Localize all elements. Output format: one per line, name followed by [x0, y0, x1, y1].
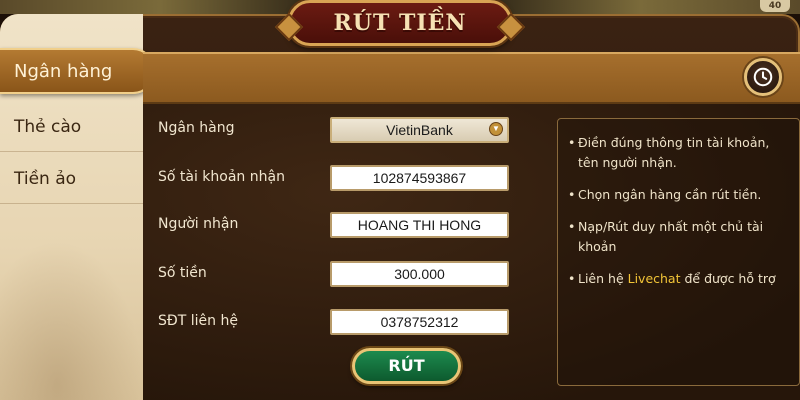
amount-label: Số tiền: [158, 265, 207, 281]
withdraw-button[interactable]: RÚT: [352, 348, 461, 384]
clock-history-icon: [753, 67, 773, 87]
recipient-value: HOANG THI HONG: [357, 217, 482, 233]
note-text: Liên hệ Livechat để được hỗ trợ: [578, 269, 776, 289]
page-title: RÚT TIỀN: [333, 10, 467, 36]
phone-input[interactable]: 0378752312: [330, 309, 509, 335]
account-number-value: 102874593867: [372, 170, 467, 186]
recipient-input[interactable]: HOANG THI HONG: [330, 212, 509, 238]
note-prefix: Liên hệ: [578, 271, 628, 286]
bank-label: Ngân hàng: [158, 120, 235, 136]
header-band: [143, 52, 800, 104]
chevron-down-icon: ▼: [489, 122, 503, 136]
bank-select[interactable]: VietinBank ▼: [330, 117, 509, 143]
note-item: • Chọn ngân hàng cần rút tiền.: [568, 185, 791, 205]
note-bullet: •: [568, 219, 576, 234]
note-bullet: •: [568, 271, 576, 286]
tab-crypto[interactable]: Tiền ảo: [0, 154, 143, 204]
tab-crypto-label: Tiền ảo: [14, 168, 77, 189]
amount-value: 300.000: [394, 266, 445, 282]
tab-bank-label: Ngân hàng: [14, 60, 113, 82]
note-bullet: •: [568, 187, 576, 202]
account-number-input[interactable]: 102874593867: [330, 165, 509, 191]
notes-panel: • Điền đúng thông tin tài khoản, tên ngư…: [557, 118, 800, 386]
note-suffix: để được hỗ trợ: [680, 271, 776, 286]
amount-input[interactable]: 300.000: [330, 261, 509, 287]
note-item: • Nạp/Rút duy nhất một chủ tài khoản: [568, 217, 791, 257]
phone-value: 0378752312: [380, 314, 459, 330]
title-plaque: RÚT TIỀN: [288, 0, 512, 46]
phone-label: SĐT liên hệ: [158, 313, 238, 329]
recipient-label: Người nhận: [158, 216, 239, 232]
tab-bank[interactable]: Ngân hàng: [0, 48, 155, 94]
account-label: Số tài khoản nhận: [158, 169, 285, 185]
sidebar-decoration: [0, 240, 143, 400]
history-button[interactable]: [744, 58, 782, 96]
note-bullet: •: [568, 135, 576, 150]
corner-badge: 40: [760, 0, 790, 12]
note-text: Điền đúng thông tin tài khoản, tên người…: [578, 135, 770, 170]
note-text: Chọn ngân hàng cần rút tiền.: [578, 187, 762, 202]
tab-card[interactable]: Thẻ cào: [0, 102, 143, 152]
livechat-link[interactable]: Livechat: [628, 271, 681, 286]
note-item: • Liên hệ Livechat để được hỗ trợ: [568, 269, 791, 289]
bank-select-value: VietinBank: [386, 122, 453, 138]
note-item: • Điền đúng thông tin tài khoản, tên ngư…: [568, 133, 791, 173]
note-text: Nạp/Rút duy nhất một chủ tài khoản: [578, 219, 764, 254]
tab-card-label: Thẻ cào: [14, 116, 82, 137]
